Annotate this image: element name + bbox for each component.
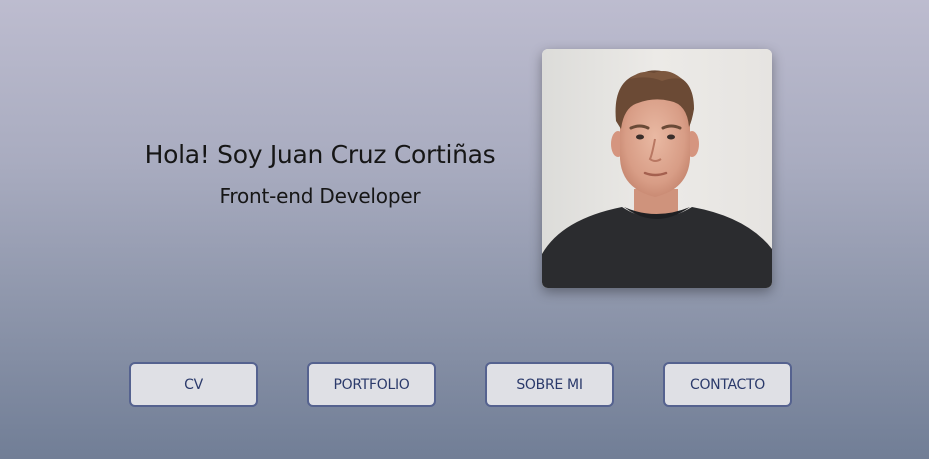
sobre-mi-button[interactable]: SOBRE MI: [485, 362, 614, 407]
hero-role: Front-end Developer: [219, 184, 421, 208]
profile-photo: [542, 49, 772, 288]
cv-button[interactable]: CV: [129, 362, 258, 407]
main-nav: CV PORTFOLIO SOBRE MI CONTACTO: [0, 362, 929, 408]
contacto-button[interactable]: CONTACTO: [663, 362, 792, 407]
profile-photo-illustration: [542, 49, 772, 288]
portfolio-button[interactable]: PORTFOLIO: [307, 362, 436, 407]
hero-name: Hola! Soy Juan Cruz Cortiñas: [144, 140, 496, 169]
hero-section: Hola! Soy Juan Cruz Cortiñas Front-end D…: [120, 140, 520, 208]
